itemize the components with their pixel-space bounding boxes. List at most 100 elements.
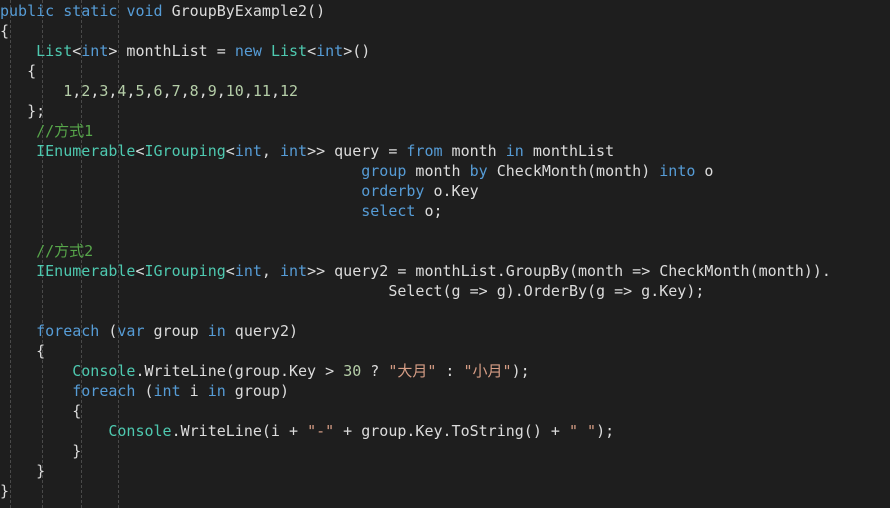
code-line: 1,2,3,4,5,6,7,8,9,10,11,12 [0, 81, 831, 101]
token-pln: ); [511, 362, 530, 380]
token-num: 1 [63, 82, 73, 100]
token-kw: var [117, 322, 145, 340]
token-kw: public [0, 2, 55, 20]
code-line: } [0, 461, 831, 481]
token-pln: < [225, 262, 235, 280]
token-num: 7 [171, 82, 181, 100]
token-kw: group [361, 162, 407, 180]
token-pln: { [0, 402, 82, 420]
code-line: //方式1 [0, 121, 831, 141]
token-kw: foreach [72, 382, 136, 400]
token-pln: < [225, 142, 235, 160]
token-kw: select [361, 202, 416, 220]
token-pln [0, 242, 36, 260]
token-pln: o [695, 162, 714, 180]
token-pln: , [162, 82, 172, 100]
token-pln: ( [99, 322, 118, 340]
token-pln: < [135, 262, 145, 280]
token-kw: int [234, 142, 262, 160]
code-block[interactable]: public static void GroupByExample2(){ Li… [0, 1, 831, 501]
token-pln [0, 422, 108, 440]
token-pln [0, 142, 36, 160]
token-pln: , [144, 82, 154, 100]
token-pln: < [72, 42, 82, 60]
token-pln [0, 362, 72, 380]
token-pln: , [90, 82, 100, 100]
token-pln: }; [0, 102, 46, 120]
token-pln [262, 42, 271, 60]
code-line: ​ [0, 221, 831, 241]
token-kw: foreach [36, 322, 100, 340]
token-pln [54, 2, 63, 20]
code-line: foreach (var group in query2) [0, 321, 831, 341]
token-typ: IGrouping [144, 262, 226, 280]
code-line: IEnumerable<IGrouping<int, int>> query =… [0, 141, 831, 161]
token-pln: , [261, 262, 280, 280]
token-pln: < [307, 42, 317, 60]
code-line: Select(g => g).OrderBy(g => g.Key); [0, 281, 831, 301]
token-pln: { [0, 342, 46, 360]
token-kw: int [279, 262, 308, 280]
token-typ: List [270, 42, 308, 60]
token-kw: in [505, 142, 524, 160]
token-pln [0, 202, 361, 220]
token-str: "大月" [388, 362, 437, 380]
code-line: { [0, 21, 831, 41]
code-line: Console.WriteLine(i + "-" + group.Key.To… [0, 421, 831, 441]
token-pln: i [180, 382, 208, 400]
token-pln: ( [135, 382, 154, 400]
token-cmt: //方式2 [36, 242, 94, 260]
token-typ: Console [72, 362, 136, 380]
token-pln: , [180, 82, 190, 100]
token-pln [0, 382, 72, 400]
token-pln [0, 82, 63, 100]
token-pln: } [0, 462, 46, 480]
token-num: 30 [343, 362, 362, 380]
code-line: ​ [0, 301, 831, 321]
token-typ: IEnumerable [36, 262, 136, 280]
token-pln: o.Key [424, 182, 479, 200]
token-pln: } [0, 482, 10, 500]
code-line: } [0, 481, 831, 501]
token-kw: int [316, 42, 344, 60]
code-line: { [0, 401, 831, 421]
code-line: //方式2 [0, 241, 831, 261]
token-pln: } [0, 442, 82, 460]
token-num: 9 [207, 82, 217, 100]
token-str: "小月" [463, 362, 512, 380]
code-line: IEnumerable<IGrouping<int, int>> query2 … [0, 261, 831, 281]
token-pln: month [406, 162, 470, 180]
token-kw: int [234, 262, 262, 280]
token-pln: > monthList = [108, 42, 235, 60]
code-line: orderby o.Key [0, 181, 831, 201]
token-pln: >> query2 = monthList.GroupBy(month => C… [307, 262, 831, 280]
code-line: }; [0, 101, 831, 121]
token-kw: in [207, 322, 226, 340]
token-pln: .WriteLine(i + [171, 422, 308, 440]
token-typ: IEnumerable [36, 142, 136, 160]
token-kw: static [63, 2, 118, 20]
token-pln: monthList [523, 142, 615, 160]
code-line: List<int> monthList = new List<int>() [0, 41, 831, 61]
token-kw: int [279, 142, 308, 160]
code-line: Console.WriteLine(group.Key > 30 ? "大月" … [0, 361, 831, 381]
token-cmt: //方式1 [36, 122, 94, 140]
token-pln: month [442, 142, 506, 160]
token-pln: GroupByExample2() [162, 2, 326, 20]
token-pln: + group.Key.ToString() + [334, 422, 569, 440]
token-kw: int [153, 382, 181, 400]
token-pln: , [216, 82, 226, 100]
token-pln: { [0, 22, 10, 40]
token-kw: into [659, 162, 696, 180]
token-pln: group [144, 322, 208, 340]
token-pln [0, 162, 361, 180]
token-num: 11 [252, 82, 271, 100]
token-pln: : [436, 362, 464, 380]
token-pln [0, 42, 36, 60]
code-line: foreach (int i in group) [0, 381, 831, 401]
token-pln: , [198, 82, 208, 100]
token-kw: new [234, 42, 262, 60]
token-pln: >() [343, 42, 371, 60]
code-editor[interactable]: public static void GroupByExample2(){ Li… [0, 0, 890, 508]
token-pln: , [270, 82, 280, 100]
